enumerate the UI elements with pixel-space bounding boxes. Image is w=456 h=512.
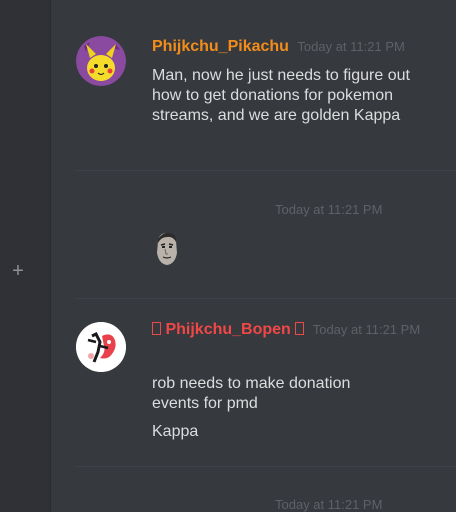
timestamp-3: Today at 11:21 PM xyxy=(312,322,421,337)
username-bopen[interactable]: Phijkchu_Bopen xyxy=(152,321,309,338)
add-server-button[interactable]: + xyxy=(9,261,27,281)
message-text-3: rob needs to make donation events for pm… xyxy=(152,375,351,412)
message-divider xyxy=(74,466,456,467)
message-list[interactable]: Phijkchu_Pikachu Today at 11:21 PM Man, … xyxy=(51,0,456,512)
message-header-1: Phijkchu_Pikachu Today at 11:21 PM xyxy=(152,38,405,56)
bopen-avatar-icon xyxy=(76,322,126,372)
chat-window: + Phijkchu_Pikachu Today at 11:21 PM Man… xyxy=(0,0,456,512)
message-text-3b: Kappa xyxy=(152,423,199,440)
timestamp-2: Today at 11:21 PM xyxy=(275,202,383,217)
username-pikachu[interactable]: Phijkchu_Pikachu xyxy=(152,38,289,55)
missing-glyph-icon xyxy=(152,322,161,335)
message-divider xyxy=(74,170,456,171)
message-divider xyxy=(74,298,456,299)
kappa-emote-icon[interactable] xyxy=(153,231,181,267)
pikachu-avatar-icon xyxy=(76,36,126,86)
server-sidebar: + xyxy=(0,0,51,512)
message-text-1: Man, now he just needs to figure out how… xyxy=(152,67,410,124)
timestamp-1: Today at 11:21 PM xyxy=(297,39,405,54)
timestamp-4: Today at 11:21 PM xyxy=(275,497,383,512)
message-header-3: Phijkchu_Bopen Today at 11:21 PM xyxy=(152,320,432,340)
missing-glyph-icon xyxy=(295,322,305,335)
avatar-pikachu[interactable] xyxy=(76,36,126,86)
avatar-bopen[interactable] xyxy=(76,322,126,372)
